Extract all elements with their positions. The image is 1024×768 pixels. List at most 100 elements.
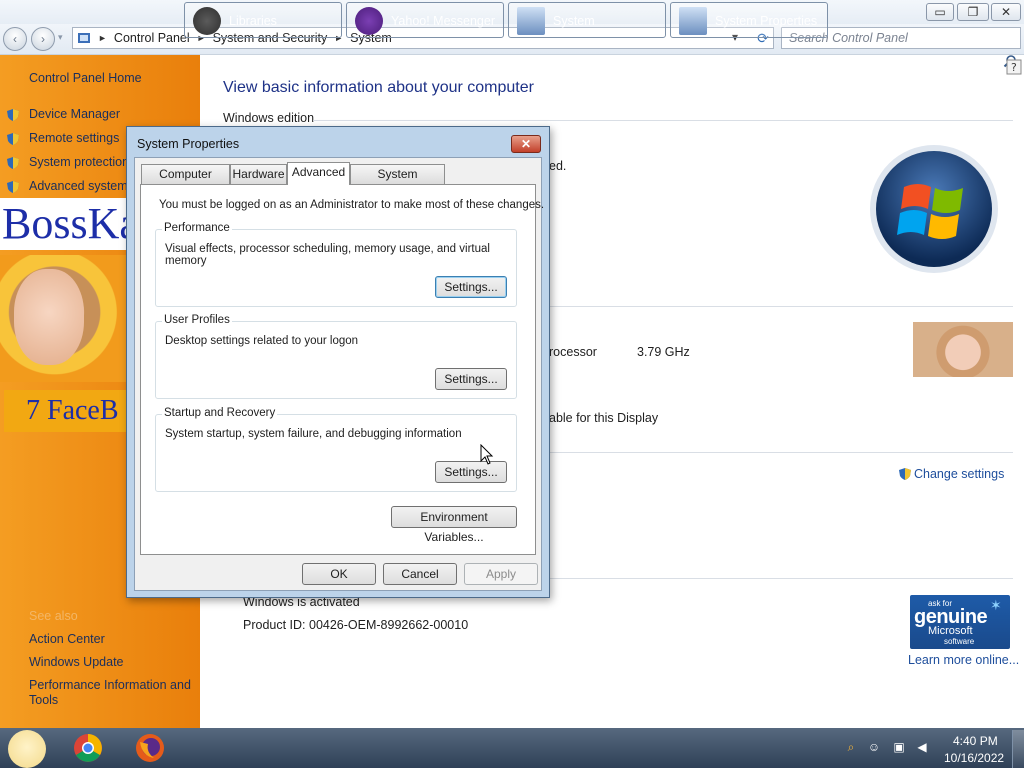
- sidebar-performance-info-tools[interactable]: Tools: [29, 693, 58, 707]
- shield-icon: [7, 109, 19, 121]
- user-profiles-description: Desktop settings related to your logon: [165, 335, 359, 347]
- admin-note: You must be logged on as an Administrato…: [159, 199, 545, 211]
- start-button[interactable]: [8, 730, 46, 768]
- cancel-button[interactable]: Cancel: [383, 563, 457, 585]
- banner-photo: [0, 255, 130, 382]
- user-avatar: [913, 322, 1013, 377]
- close-icon: ✕: [1000, 5, 1012, 19]
- banner-facebook-text: 7 FaceB: [4, 390, 130, 432]
- help-icon[interactable]: ?: [1006, 59, 1022, 75]
- windows-edition-heading: Windows edition: [223, 111, 315, 125]
- shield-icon: [7, 157, 19, 169]
- tab-advanced[interactable]: Advanced: [287, 162, 350, 185]
- forward-button[interactable]: ›: [31, 27, 55, 51]
- shield-icon: [899, 468, 911, 480]
- minimize-button[interactable]: ▭: [926, 3, 954, 21]
- advanced-tab-panel: You must be logged on as an Administrato…: [140, 184, 544, 555]
- section-divider: [550, 578, 1013, 579]
- see-also-heading: See also: [29, 609, 78, 623]
- tab-hardware[interactable]: Hardware: [230, 164, 287, 184]
- performance-settings-button[interactable]: Settings...: [435, 276, 507, 298]
- sidebar-windows-update[interactable]: Windows Update: [29, 655, 124, 669]
- taskbar-label: Libraries: [229, 14, 277, 28]
- learn-more-link[interactable]: Learn more online...: [908, 653, 1019, 667]
- user-profiles-settings-button[interactable]: Settings...: [435, 368, 507, 390]
- close-icon: ✕: [520, 137, 532, 151]
- user-profiles-group: User Profiles Desktop settings related t…: [155, 314, 517, 399]
- clock-time[interactable]: 4:40 PM: [953, 734, 998, 748]
- taskbar-item-libraries[interactable]: Libraries: [184, 2, 342, 38]
- taskbar-item-yahoo-messenger[interactable]: Yahoo! Messenger: [346, 2, 504, 38]
- svg-text:?: ?: [1011, 61, 1017, 74]
- genuine-microsoft-text: Microsoft: [928, 625, 973, 637]
- search-tray-icon[interactable]: ⌕: [844, 740, 858, 754]
- startup-recovery-heading: Startup and Recovery: [162, 407, 278, 419]
- taskbar-item-system-properties[interactable]: System Properties: [670, 2, 828, 38]
- system-properties-dialog: System Properties ✕ Computer Name Hardwa…: [126, 126, 550, 598]
- firefox-icon[interactable]: [134, 732, 166, 764]
- genuine-microsoft-badge[interactable]: ask for genuine Microsoft software ✶: [910, 595, 1010, 649]
- taskbar-label: System Properties: [715, 14, 818, 28]
- back-button[interactable]: ‹: [3, 27, 27, 51]
- taskbar-label: System: [553, 14, 595, 28]
- tab-computer-name[interactable]: Computer Name: [141, 164, 230, 200]
- sidebar-performance-info[interactable]: Performance Information and: [29, 678, 191, 692]
- star-icon: ✶: [990, 597, 1002, 613]
- back-arrow-icon: ‹: [13, 32, 17, 46]
- shield-icon: [7, 181, 19, 193]
- chrome-icon[interactable]: [72, 732, 104, 764]
- volume-tray-icon[interactable]: ◀: [915, 740, 929, 754]
- performance-heading: Performance: [162, 222, 232, 234]
- sidebar-system-protection[interactable]: System protection: [29, 155, 129, 169]
- dialog-close-button[interactable]: ✕: [511, 135, 541, 153]
- emoticon-tray-icon[interactable]: ☺: [867, 740, 881, 754]
- breadcrumb-separator-icon: ►: [98, 33, 107, 43]
- sidebar-action-center[interactable]: Action Center: [29, 632, 105, 646]
- page-title: View basic information about your comput…: [223, 79, 534, 96]
- system-properties-icon: [679, 7, 707, 35]
- edition-text-fragment: ed.: [549, 159, 567, 173]
- yahoo-messenger-icon: [355, 7, 383, 35]
- clock-date[interactable]: 10/16/2022: [944, 751, 1004, 765]
- shield-icon: [7, 133, 19, 145]
- tab-system-protection[interactable]: System Protection: [350, 164, 445, 200]
- genuine-software-text: software: [944, 637, 975, 646]
- section-divider: [550, 306, 1013, 307]
- breadcrumb-control-panel[interactable]: Control Panel: [114, 31, 190, 45]
- section-divider: [313, 120, 1013, 121]
- sidebar-remote-settings[interactable]: Remote settings: [29, 131, 119, 145]
- show-desktop-button[interactable]: [1012, 730, 1024, 768]
- banner-text: BossKa: [0, 198, 132, 250]
- sidebar-device-manager[interactable]: Device Manager: [29, 107, 120, 121]
- startup-recovery-description: System startup, system failure, and debu…: [165, 428, 462, 440]
- mouse-cursor-icon: [480, 444, 494, 465]
- change-settings-link[interactable]: Change settings: [914, 467, 1004, 481]
- system-icon: [517, 7, 545, 35]
- minimize-icon: ▭: [934, 5, 946, 19]
- taskbar-label: Yahoo! Messenger: [391, 14, 495, 28]
- pen-touch-text: able for this Display: [549, 411, 659, 425]
- ok-button[interactable]: OK: [302, 563, 376, 585]
- processor-value: 3.79 GHz: [637, 345, 690, 359]
- control-panel-icon: [78, 33, 90, 43]
- processor-label: rocessor: [549, 345, 597, 359]
- performance-group: Performance Visual effects, processor sc…: [155, 222, 517, 307]
- product-id: Product ID: 00426-OEM-8992662-00010: [243, 618, 469, 632]
- user-profiles-heading: User Profiles: [162, 314, 232, 326]
- environment-variables-button[interactable]: Environment Variables...: [391, 506, 517, 544]
- libraries-icon: [193, 7, 221, 35]
- maximize-button[interactable]: ❐: [957, 3, 989, 21]
- dialog-title: System Properties: [137, 137, 240, 151]
- recent-pages-chevron-icon[interactable]: ▾: [58, 32, 63, 43]
- taskbar-item-system[interactable]: System: [508, 2, 666, 38]
- close-button[interactable]: ✕: [991, 3, 1021, 21]
- performance-description: Visual effects, processor scheduling, me…: [165, 243, 490, 267]
- section-divider: [550, 452, 1013, 453]
- network-tray-icon[interactable]: ▣: [892, 740, 906, 754]
- sidebar-advanced-system[interactable]: Advanced system: [29, 179, 128, 193]
- startup-recovery-settings-button[interactable]: Settings...: [435, 461, 507, 483]
- windows-logo-icon: [870, 145, 998, 273]
- sidebar-control-panel-home[interactable]: Control Panel Home: [29, 71, 142, 85]
- apply-button[interactable]: Apply: [464, 563, 538, 585]
- startup-recovery-group: Startup and Recovery System startup, sys…: [155, 407, 517, 492]
